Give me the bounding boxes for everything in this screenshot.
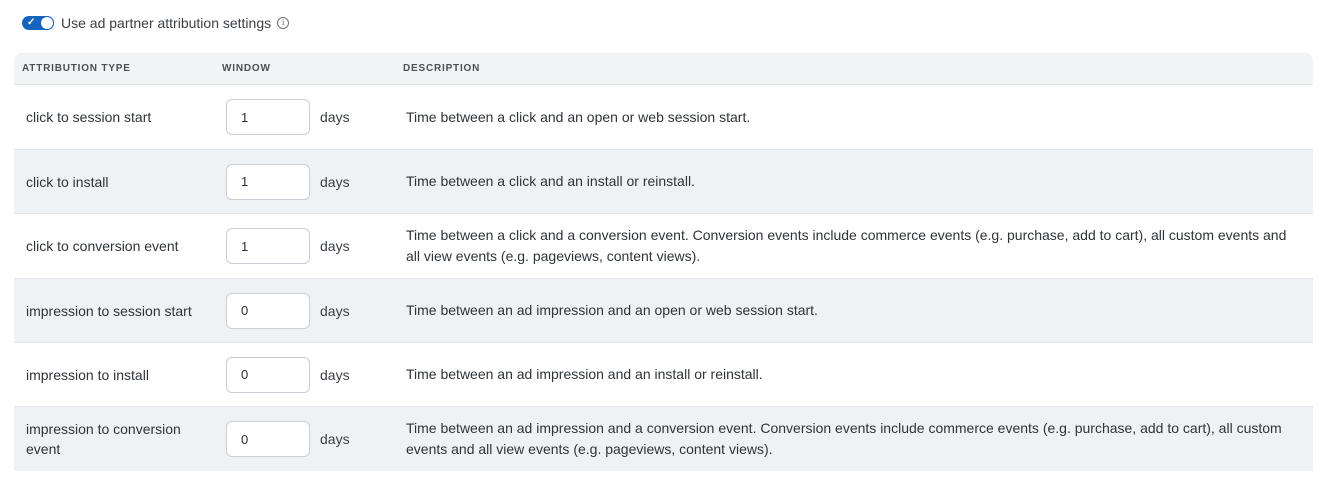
table-row: click to install days Time between a cli… <box>14 149 1313 213</box>
window-days-input[interactable] <box>226 228 310 264</box>
table-header: ATTRIBUTION TYPE WINDOW DESCRIPTION <box>14 53 1313 84</box>
table-row: click to conversion event days Time betw… <box>14 213 1313 278</box>
days-unit-label: days <box>320 431 350 447</box>
window-cell: days <box>226 228 406 264</box>
description-cell: Time between a click and an install or r… <box>406 173 695 189</box>
attribution-type-cell: impression to conversion event <box>26 421 181 457</box>
window-cell: days <box>226 356 406 393</box>
description-cell: Time between an ad impression and an ins… <box>406 366 763 382</box>
attribution-type-cell: click to session start <box>26 109 152 125</box>
attribution-type-cell: click to install <box>26 173 109 190</box>
days-unit-label: days <box>320 238 350 254</box>
description-cell: Time between a click and a conversion ev… <box>406 227 1287 264</box>
table-row: impression to session start days Time be… <box>14 278 1313 342</box>
window-cell: days <box>226 99 406 135</box>
toggle-knob <box>41 17 53 29</box>
window-days-input[interactable] <box>226 99 310 135</box>
days-unit-label: days <box>320 302 350 319</box>
table-row: impression to conversion event days Time… <box>14 406 1313 471</box>
ad-partner-attribution-toggle[interactable]: ✓ <box>22 16 54 30</box>
description-cell: Time between an ad impression and an ope… <box>406 302 818 318</box>
info-icon[interactable]: i <box>277 17 290 29</box>
attribution-type-cell: click to conversion event <box>26 238 179 254</box>
attribution-window-table: ATTRIBUTION TYPE WINDOW DESCRIPTION clic… <box>14 53 1313 471</box>
toggle-label: Use ad partner attribution settings <box>61 15 272 31</box>
days-unit-label: days <box>320 173 350 190</box>
window-days-input[interactable] <box>226 292 310 329</box>
attribution-settings-toggle-row: ✓ Use ad partner attribution settings i <box>22 13 290 33</box>
table-row: impression to install days Time between … <box>14 342 1313 406</box>
window-days-input[interactable] <box>226 163 310 200</box>
header-window: WINDOW <box>222 63 271 74</box>
window-days-input[interactable] <box>226 356 310 393</box>
attribution-type-cell: impression to install <box>26 366 149 383</box>
description-cell: Time between a click and an open or web … <box>406 108 751 125</box>
days-unit-label: days <box>320 109 350 125</box>
window-cell: days <box>226 163 406 200</box>
description-cell: Time between an ad impression and a conv… <box>406 420 1282 457</box>
window-cell: days <box>226 421 406 457</box>
window-days-input[interactable] <box>226 421 310 457</box>
days-unit-label: days <box>320 366 350 383</box>
check-icon: ✓ <box>27 17 36 28</box>
header-attribution-type: ATTRIBUTION TYPE <box>22 63 131 74</box>
table-row: click to session start days Time between… <box>14 84 1313 149</box>
header-description: DESCRIPTION <box>403 63 481 74</box>
attribution-type-cell: impression to session start <box>26 302 192 319</box>
window-cell: days <box>226 292 406 329</box>
